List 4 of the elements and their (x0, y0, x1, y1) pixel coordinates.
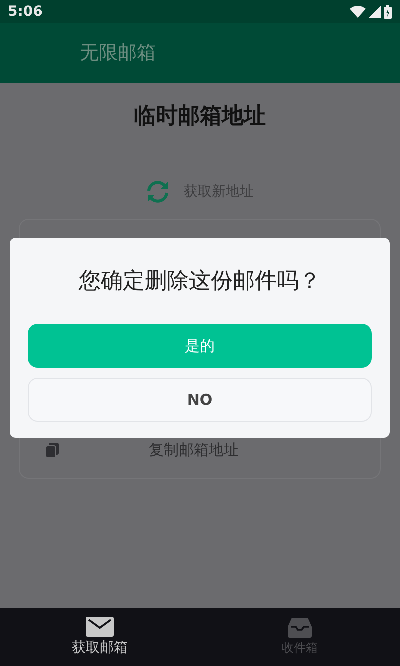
app-title: 无限邮箱 (80, 41, 156, 66)
page-title: 临时邮箱地址 (134, 103, 266, 131)
status-time: 5:06 (8, 4, 43, 20)
dialog-message: 您确定删除这份邮件吗？ (78, 268, 322, 296)
